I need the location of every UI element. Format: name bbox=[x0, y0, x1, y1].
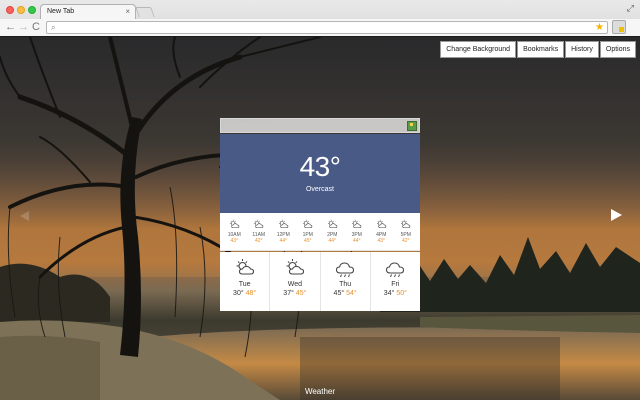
forward-arrow-icon[interactable]: → bbox=[18, 20, 29, 34]
partly-sunny-icon bbox=[320, 219, 345, 230]
day-temperature-range: 34° 50° bbox=[371, 290, 420, 297]
day-temperature-range: 30° 48° bbox=[220, 290, 269, 297]
window-minimize-button[interactable] bbox=[17, 6, 25, 14]
browser-chrome: New Tab × ⤢ ← → C ⌕ ★ bbox=[0, 0, 640, 36]
reload-icon[interactable]: C bbox=[32, 20, 40, 34]
history-button[interactable]: History bbox=[565, 41, 599, 58]
hour-temperature: 44° bbox=[352, 238, 361, 244]
hourly-item: 5PM 42° bbox=[394, 219, 419, 250]
bookmark-star-icon[interactable]: ★ bbox=[595, 21, 604, 34]
day-name: Wed bbox=[287, 281, 303, 288]
partly-sunny-icon bbox=[296, 219, 321, 230]
hour-temperature: 43° bbox=[230, 238, 239, 244]
daily-item: Wed 37° 45° bbox=[270, 252, 321, 311]
new-tab-button[interactable] bbox=[135, 7, 155, 17]
bookmarks-button[interactable]: Bookmarks bbox=[517, 41, 565, 58]
back-arrow-icon[interactable]: ← bbox=[5, 20, 16, 34]
current-condition: Overcast bbox=[305, 186, 334, 193]
extension-badge bbox=[619, 27, 624, 32]
hourly-item: 10AM 43° bbox=[222, 219, 247, 250]
day-temperature-range: 45° 54° bbox=[321, 290, 370, 297]
day-name: Fri bbox=[391, 281, 400, 288]
google-search-box bbox=[220, 118, 420, 133]
search-input[interactable] bbox=[221, 119, 407, 132]
partly-sunny-icon bbox=[394, 219, 419, 230]
day-low: 45° bbox=[333, 290, 345, 297]
rain-cloud-icon bbox=[371, 258, 420, 280]
hour-temperature: 42° bbox=[254, 238, 263, 244]
partly-sunny-icon bbox=[220, 258, 269, 280]
day-low: 34° bbox=[383, 290, 395, 297]
window-close-button[interactable] bbox=[6, 6, 14, 14]
day-name: Tue bbox=[238, 281, 251, 288]
change-background-button[interactable]: Change Background bbox=[440, 41, 517, 58]
partly-sunny-icon bbox=[247, 219, 272, 230]
daily-item: Thu 45° 54° bbox=[321, 252, 371, 311]
day-high: 54° bbox=[346, 290, 357, 297]
hour-temperature: 43° bbox=[377, 238, 386, 244]
search-icon: ⌕ bbox=[51, 23, 56, 32]
browser-toolbar: ← → C ⌕ ★ bbox=[0, 19, 640, 36]
daily-item: Tue 30° 48° bbox=[220, 252, 271, 311]
partly-sunny-icon bbox=[369, 219, 394, 230]
hour-temperature: 45° bbox=[303, 238, 312, 244]
window-maximize-button[interactable] bbox=[28, 6, 36, 14]
hourly-forecast: 10AM 43° 11AM 42° 12PM 44° 1PM 45° 2PM 44° 3P… bbox=[220, 213, 420, 251]
hourly-item: 11AM 42° bbox=[247, 219, 272, 250]
address-bar[interactable]: ⌕ ★ bbox=[46, 21, 608, 34]
rain-cloud-icon bbox=[321, 258, 370, 280]
options-button[interactable]: Options bbox=[599, 41, 636, 58]
hourly-item: 3PM 44° bbox=[345, 219, 370, 250]
partly-sunny-icon bbox=[222, 219, 247, 230]
hourly-item: 12PM 44° bbox=[271, 219, 296, 250]
next-background-arrow-icon[interactable] bbox=[611, 209, 622, 221]
daily-forecast: Tue 30° 48° Wed 37° 45° Thu 45° 54° Fri … bbox=[220, 252, 420, 311]
hour-temperature: 42° bbox=[401, 238, 410, 244]
hour-temperature: 44° bbox=[328, 238, 337, 244]
hourly-item: 2PM 44° bbox=[320, 219, 345, 250]
current-temperature: 43° bbox=[299, 151, 341, 182]
weather-link-label: Weather bbox=[304, 387, 336, 396]
extension-icon[interactable] bbox=[612, 20, 626, 34]
day-low: 30° bbox=[233, 290, 244, 297]
partly-sunny-icon bbox=[270, 258, 319, 280]
hourly-item: 1PM 45° bbox=[296, 219, 321, 250]
day-high: 48° bbox=[245, 290, 257, 297]
weather-link[interactable]: Weather bbox=[0, 387, 640, 396]
partly-sunny-icon bbox=[271, 219, 296, 230]
day-temperature-range: 37° 45° bbox=[270, 290, 319, 297]
tab-title: New Tab bbox=[47, 8, 75, 15]
tab-new-tab[interactable]: New Tab × bbox=[40, 4, 136, 19]
day-name: Thu bbox=[339, 281, 352, 288]
tab-strip: New Tab × ⤢ bbox=[0, 0, 640, 19]
hour-temperature: 44° bbox=[279, 238, 288, 244]
weather-widget: 43° Overcast 10AM43° 11AM42° 12PM44° 1PM… bbox=[220, 118, 420, 311]
new-tab-page: Change Background Bookmarks History Opti… bbox=[0, 37, 640, 400]
google-search-icon[interactable] bbox=[407, 121, 417, 131]
tab-close-icon[interactable]: × bbox=[125, 7, 130, 16]
current-weather-panel: 43° Overcast bbox=[220, 134, 420, 213]
daily-item: Fri 34° 50° bbox=[371, 252, 420, 311]
top-button-bar: Change Background Bookmarks History Opti… bbox=[440, 41, 636, 58]
day-high: 45° bbox=[295, 290, 307, 297]
day-high: 50° bbox=[396, 290, 407, 297]
hourly-item: 4PM 43° bbox=[369, 219, 394, 250]
day-low: 37° bbox=[283, 290, 294, 297]
partly-sunny-icon bbox=[345, 219, 370, 230]
fullscreen-icon[interactable]: ⤢ bbox=[627, 3, 634, 14]
previous-background-arrow-icon[interactable] bbox=[20, 211, 29, 221]
